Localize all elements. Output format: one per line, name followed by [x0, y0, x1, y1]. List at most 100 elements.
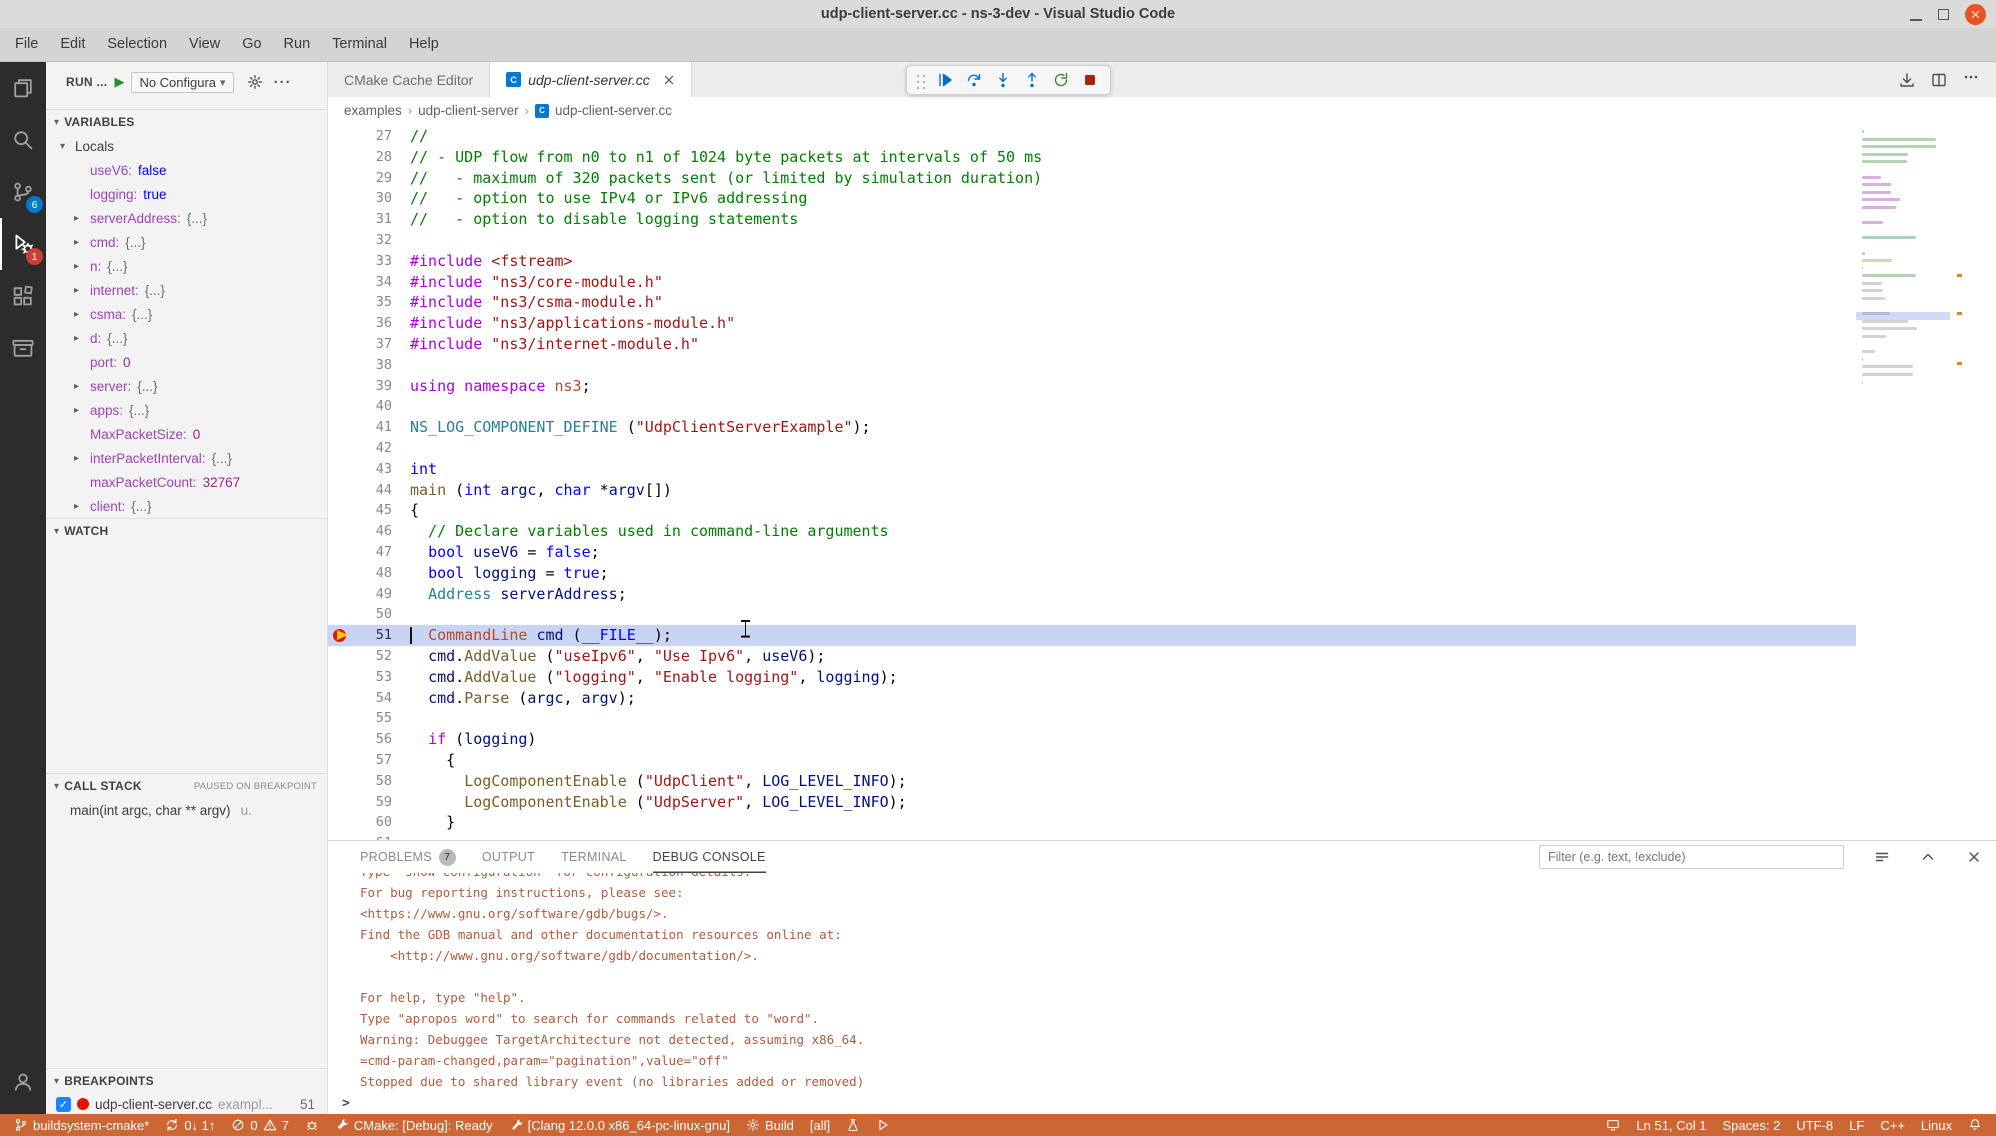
tab-problems[interactable]: PROBLEMS 7 [360, 841, 456, 873]
breakpoint-gutter[interactable] [328, 251, 356, 272]
breakpoint-gutter[interactable] [328, 355, 356, 376]
code-line[interactable]: 48 bool logging = true; [328, 563, 1856, 584]
list-icon[interactable] [1874, 849, 1890, 865]
locals-scope[interactable]: ▾ Locals [46, 134, 327, 158]
chevron-up-icon[interactable] [1920, 849, 1936, 865]
problems-status-button[interactable]: 0 7 [223, 1114, 296, 1136]
line-number[interactable]: 51 [356, 625, 392, 646]
language-button[interactable]: C++ [1872, 1114, 1913, 1136]
line-number[interactable]: 36 [356, 313, 392, 334]
call-stack-frame[interactable]: main(int argc, char ** argv) u. [46, 798, 327, 822]
code-line[interactable]: 52 cmd.AddValue ("useIpv6", "Use Ipv6", … [328, 646, 1856, 667]
code-line[interactable]: 35#include "ns3/csma-module.h" [328, 292, 1856, 313]
drag-handle-icon[interactable] [914, 71, 926, 89]
step-into-button[interactable] [990, 67, 1016, 93]
close-panel-icon[interactable] [1966, 849, 1982, 865]
code-line[interactable]: 46 // Declare variables used in command-… [328, 521, 1856, 542]
code-line[interactable]: 39using namespace ns3; [328, 376, 1856, 397]
breakpoint-gutter[interactable] [328, 459, 356, 480]
breakpoint-gutter[interactable] [328, 604, 356, 625]
run-debug-button[interactable]: 1 [0, 218, 46, 270]
cmake-target-button[interactable]: [all] [802, 1114, 838, 1136]
source-control-button[interactable]: 6 [0, 166, 46, 218]
launch-button[interactable] [868, 1114, 898, 1136]
line-number[interactable]: 28 [356, 147, 392, 168]
code-line[interactable]: 51 CommandLine cmd (__FILE__); [328, 625, 1856, 646]
variable-row[interactable]: maxPacketCount:32767 [46, 470, 327, 494]
breakpoint-gutter[interactable] [328, 812, 356, 833]
code-line[interactable]: 32 [328, 230, 1856, 251]
variable-row[interactable]: logging:true [46, 182, 327, 206]
breakpoint-item[interactable]: ✓ udp-client-server.cc exampl... 51 [46, 1092, 327, 1114]
line-number[interactable]: 61 [356, 833, 392, 840]
minimap[interactable] [1856, 124, 1950, 414]
code-line[interactable]: 28// - UDP flow from n0 to n1 of 1024 by… [328, 147, 1856, 168]
breakpoint-gutter[interactable] [328, 209, 356, 230]
git-sync-button[interactable]: 0↓ 1↑ [157, 1114, 223, 1136]
code-line[interactable]: 34#include "ns3/core-module.h" [328, 272, 1856, 293]
gear-icon[interactable] [247, 74, 263, 90]
tab-udp-client-server[interactable]: C udp-client-server.cc [490, 62, 692, 97]
breakpoint-gutter[interactable] [328, 480, 356, 501]
menu-item-selection[interactable]: Selection [96, 28, 178, 61]
code-line[interactable]: 41NS_LOG_COMPONENT_DEFINE ("UdpClientSer… [328, 417, 1856, 438]
close-icon[interactable] [1965, 4, 1986, 25]
variable-row[interactable]: port:0 [46, 350, 327, 374]
variable-row[interactable]: ▸client:{...} [46, 494, 327, 518]
line-number[interactable]: 58 [356, 771, 392, 792]
line-number[interactable]: 49 [356, 584, 392, 605]
debug-console[interactable]: Type "show configuration" for configurat… [328, 873, 1996, 1092]
menu-item-view[interactable]: View [178, 28, 231, 61]
ctest-button[interactable] [838, 1114, 868, 1136]
menu-item-help[interactable]: Help [398, 28, 450, 61]
watch-section-header[interactable]: ▾ WATCH [46, 518, 327, 543]
breakpoint-gutter[interactable] [328, 376, 356, 397]
breakpoint-gutter[interactable] [328, 334, 356, 355]
git-branch-button[interactable]: buildsystem-cmake* [6, 1114, 157, 1136]
line-number[interactable]: 47 [356, 542, 392, 563]
cmake-kit-button[interactable]: [Clang 12.0.0 x86_64-pc-linux-gnu] [501, 1114, 738, 1136]
start-debugging-icon[interactable]: ▶ [114, 74, 124, 90]
line-number[interactable]: 41 [356, 417, 392, 438]
code-line[interactable]: 37#include "ns3/internet-module.h" [328, 334, 1856, 355]
tab-cmake-cache-editor[interactable]: CMake Cache Editor [328, 62, 490, 97]
os-button[interactable]: Linux [1913, 1114, 1960, 1136]
split-editor-icon[interactable] [1930, 71, 1948, 89]
code-line[interactable]: 58 LogComponentEnable ("UdpClient", LOG_… [328, 771, 1856, 792]
code-line[interactable]: 54 cmd.Parse (argc, argv); [328, 688, 1856, 709]
breakpoint-gutter[interactable] [328, 833, 356, 840]
breakpoint-gutter[interactable] [328, 188, 356, 209]
variable-row[interactable]: ▸d:{...} [46, 326, 327, 350]
breakpoint-gutter[interactable] [328, 168, 356, 189]
download-icon[interactable] [1898, 71, 1916, 89]
code-line[interactable]: 59 LogComponentEnable ("UdpServer", LOG_… [328, 792, 1856, 813]
restore-icon[interactable] [1938, 9, 1949, 20]
search-button[interactable] [0, 114, 46, 166]
explorer-button[interactable] [0, 62, 46, 114]
line-number[interactable]: 57 [356, 750, 392, 771]
code-line[interactable]: 55 [328, 708, 1856, 729]
code-line[interactable]: 31// - option to disable logging stateme… [328, 209, 1856, 230]
extensions-button[interactable] [0, 270, 46, 322]
menu-item-terminal[interactable]: Terminal [321, 28, 398, 61]
line-number[interactable]: 35 [356, 292, 392, 313]
line-number[interactable]: 38 [356, 355, 392, 376]
menu-item-go[interactable]: Go [231, 28, 272, 61]
line-number[interactable]: 30 [356, 188, 392, 209]
breakpoint-gutter[interactable] [328, 417, 356, 438]
breakpoint-gutter[interactable] [328, 625, 356, 646]
cursor-position-button[interactable]: Ln 51, Col 1 [1628, 1114, 1714, 1136]
debug-config-dropdown[interactable]: No Configura ▾ [131, 72, 233, 93]
breakpoint-gutter[interactable] [328, 292, 356, 313]
line-number[interactable]: 56 [356, 729, 392, 750]
menu-item-edit[interactable]: Edit [49, 28, 96, 61]
breakpoint-gutter[interactable] [328, 792, 356, 813]
line-number[interactable]: 34 [356, 272, 392, 293]
line-number[interactable]: 29 [356, 168, 392, 189]
line-number[interactable]: 59 [356, 792, 392, 813]
accounts-button[interactable] [0, 1056, 46, 1108]
screencast-button[interactable] [1598, 1114, 1628, 1136]
breadcrumb-item[interactable]: udp-client-server [418, 103, 519, 118]
variable-row[interactable]: ▸serverAddress:{...} [46, 206, 327, 230]
code-line[interactable]: 42 [328, 438, 1856, 459]
